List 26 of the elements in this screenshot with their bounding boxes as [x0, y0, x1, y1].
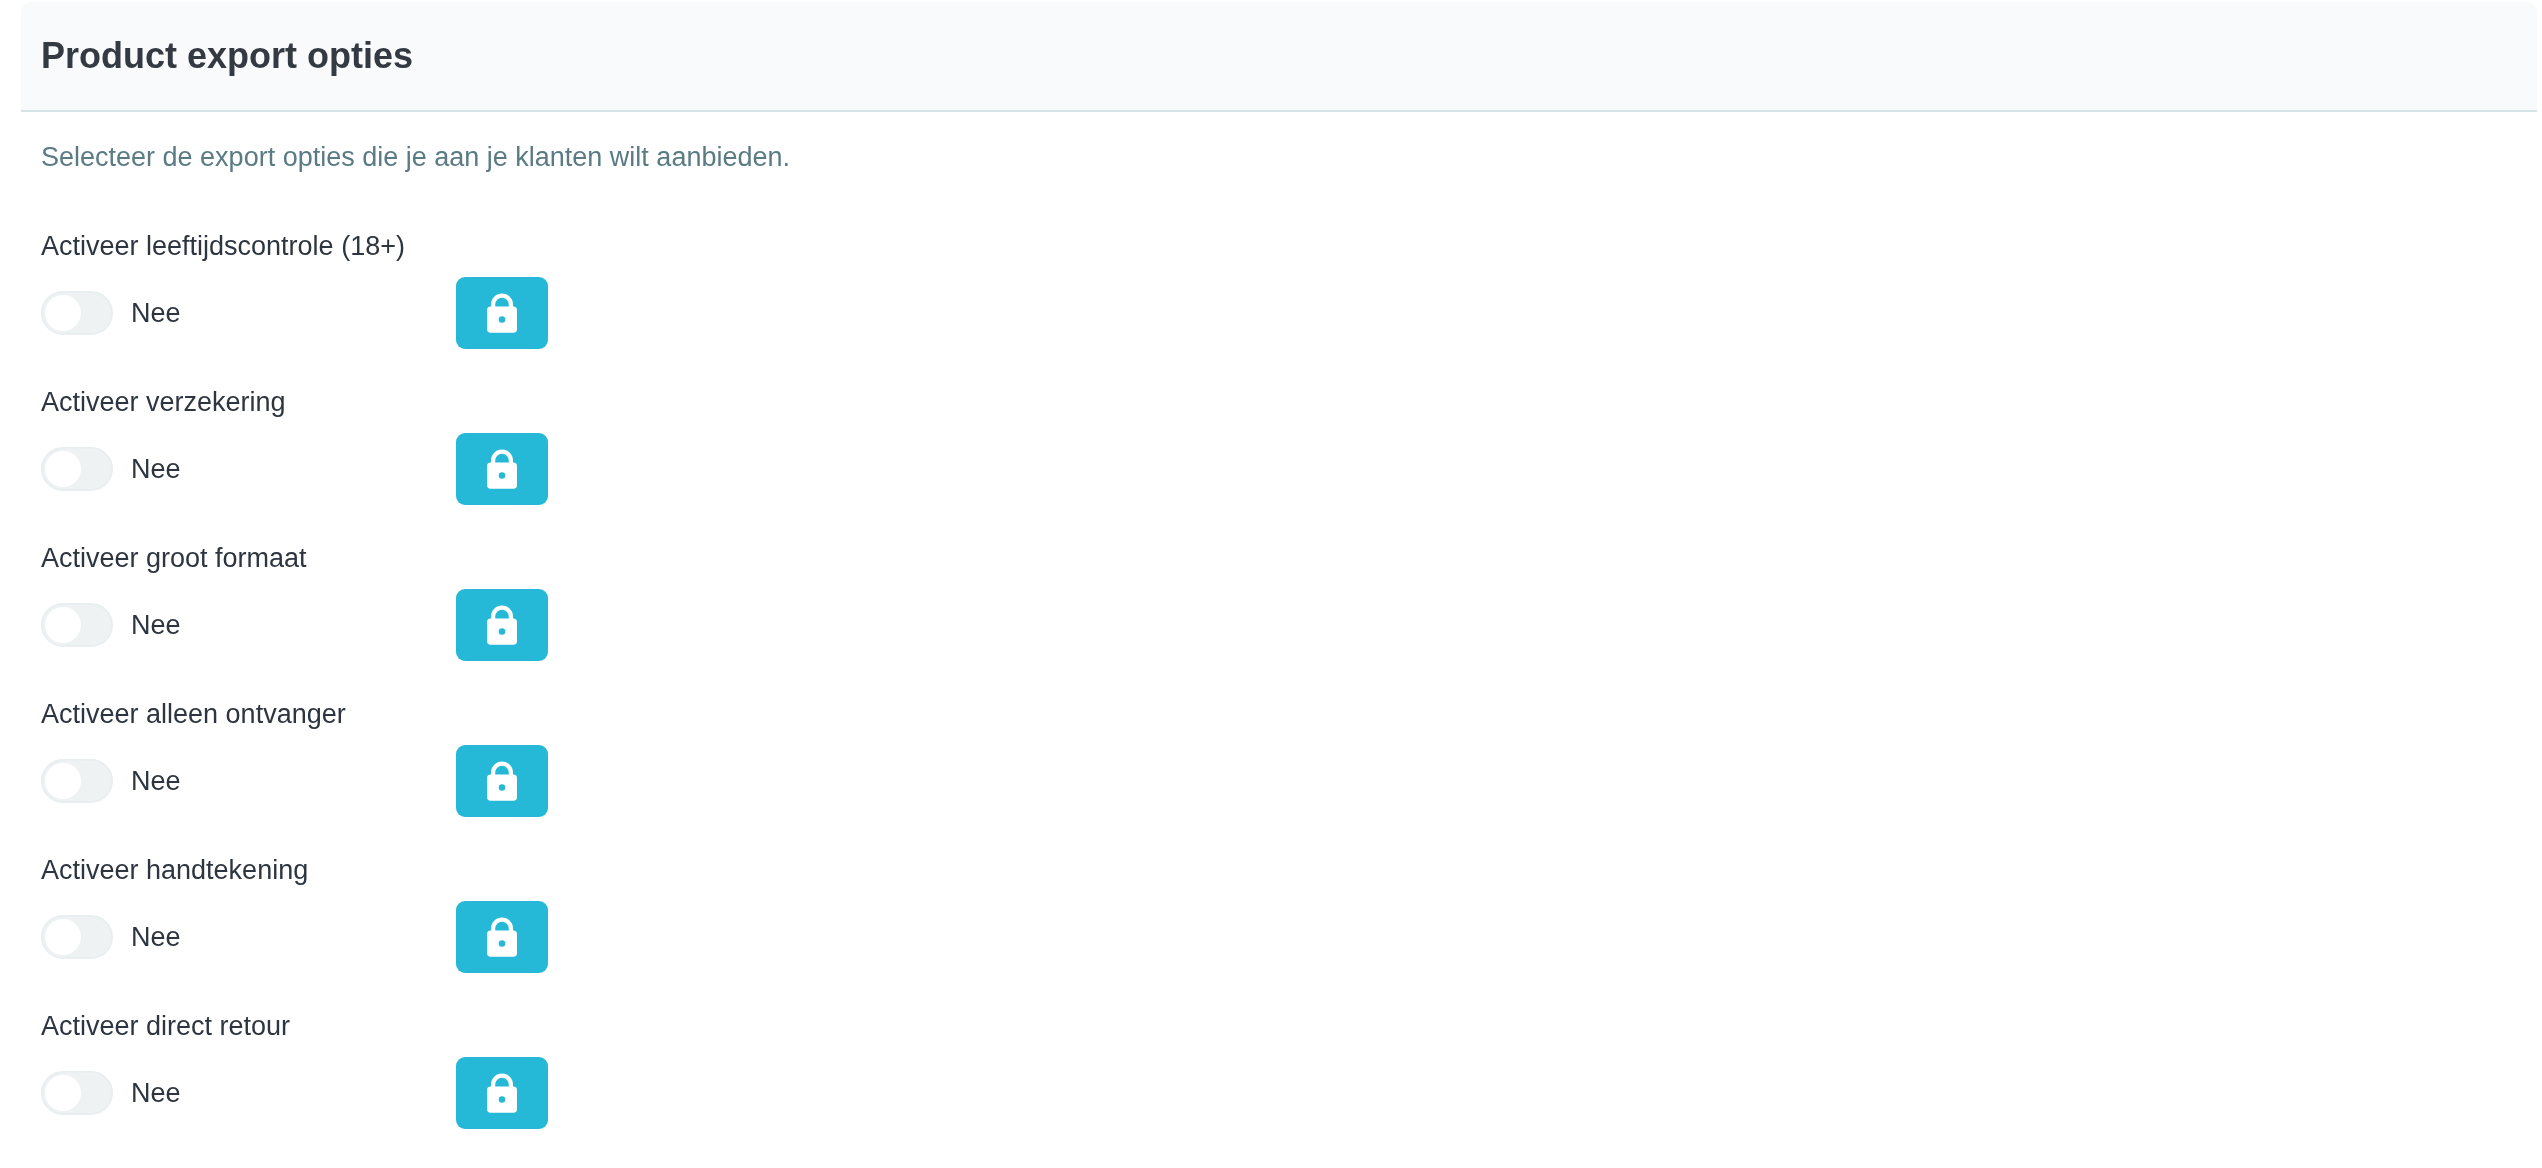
- switch-value-label: Nee: [131, 609, 181, 642]
- description-text: Selecteer de export opties die je aan je klanten wilt aanbieden.: [41, 141, 791, 174]
- switch-value-label: Nee: [131, 921, 181, 954]
- option-label: Activeer leeftijdscontrole (18+): [41, 230, 406, 263]
- option-label: Activeer groot formaat: [41, 542, 308, 575]
- lock-button[interactable]: [456, 1057, 548, 1129]
- padlock-icon: [487, 761, 517, 801]
- lock-button[interactable]: [456, 589, 548, 661]
- switch-value-label: Nee: [131, 453, 181, 486]
- panel-title: Product export opties: [41, 34, 414, 78]
- padlock-icon: [487, 449, 517, 489]
- option-label: Activeer alleen ontvanger: [41, 698, 347, 731]
- switch-value-label: Nee: [131, 297, 181, 330]
- lock-button[interactable]: [456, 745, 548, 817]
- lock-button[interactable]: [456, 433, 548, 505]
- option-label: Activeer handtekening: [41, 854, 310, 887]
- option-label: Activeer verzekering: [41, 386, 287, 419]
- switch-value-label: Nee: [131, 765, 181, 798]
- option-label: Activeer direct retour: [41, 1010, 292, 1043]
- padlock-icon: [487, 605, 517, 645]
- lock-button[interactable]: [456, 901, 548, 973]
- padlock-icon: [487, 917, 517, 957]
- switch-value-label: Nee: [131, 1077, 181, 1110]
- padlock-icon: [487, 1073, 517, 1113]
- lock-button[interactable]: [456, 277, 548, 349]
- padlock-icon: [487, 293, 517, 333]
